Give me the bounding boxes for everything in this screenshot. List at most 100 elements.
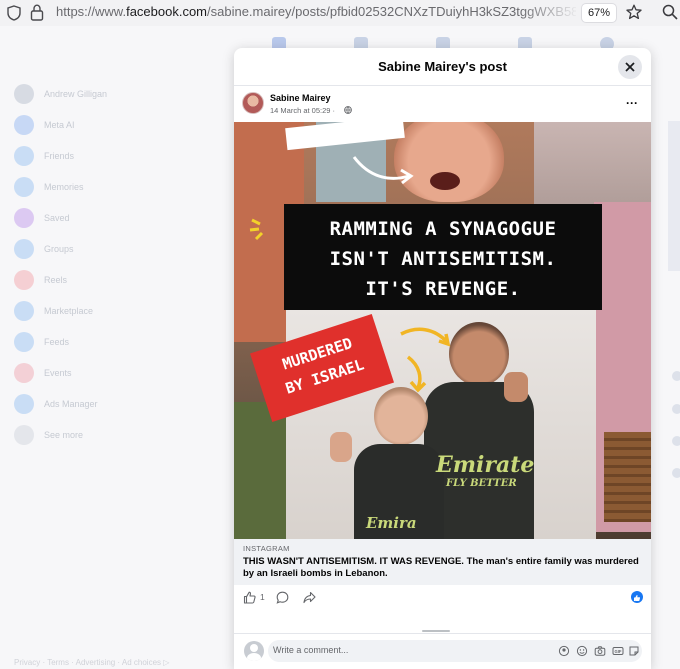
sidebar-item[interactable]: Saved bbox=[14, 202, 214, 233]
white-arrow-icon bbox=[352, 156, 414, 185]
sidebar-item[interactable]: See more bbox=[14, 419, 214, 450]
modal-header: Sabine Mairey's post bbox=[234, 48, 651, 86]
avatar-sticker-icon[interactable] bbox=[558, 645, 570, 657]
boy-head bbox=[449, 322, 509, 386]
user-avatar[interactable] bbox=[244, 641, 264, 661]
scroll-handle[interactable] bbox=[422, 630, 450, 632]
saved-icon bbox=[14, 207, 34, 228]
svg-text:GIF: GIF bbox=[615, 649, 622, 654]
headline-text: RAMMING A SYNAGOGUE ISN'T ANTISEMITISM. … bbox=[329, 218, 557, 300]
footer-links[interactable]: Privacy · Terms · Advertising · Ad choic… bbox=[14, 658, 169, 667]
sidebar-item[interactable]: Groups bbox=[14, 233, 214, 264]
sidebar-item[interactable]: Friends bbox=[14, 140, 214, 171]
man-mouth bbox=[430, 172, 460, 190]
sidebar-item-label: Marketplace bbox=[44, 305, 94, 316]
sidebar-item-label: Groups bbox=[44, 243, 74, 254]
post-header: Sabine Mairey 14 March at 05:29 · ··· bbox=[234, 88, 651, 122]
chevron-down-icon bbox=[14, 424, 34, 445]
sparkle-icon bbox=[249, 218, 264, 241]
jersey-sponsor-text: Emirate bbox=[436, 452, 535, 478]
ads-manager-icon bbox=[14, 393, 34, 414]
bookmark-star-icon[interactable] bbox=[626, 4, 642, 20]
like-count[interactable]: 1 bbox=[260, 592, 265, 602]
url-fade bbox=[520, 0, 580, 26]
sidebar-item[interactable]: Ads Manager bbox=[14, 388, 214, 419]
author-name[interactable]: Sabine Mairey bbox=[270, 93, 331, 103]
sticker-icon[interactable] bbox=[628, 645, 640, 657]
left-sidebar: Andrew Gilligan Meta AI Friends Memories Sav… bbox=[14, 78, 214, 450]
browser-address-bar: https://www.facebook.com/sabine.mairey/p… bbox=[0, 0, 680, 26]
yellow-arrow-icon bbox=[400, 327, 451, 347]
girl-thumb bbox=[330, 432, 352, 462]
sidebar-item-label: Meta AI bbox=[44, 119, 75, 130]
reels-icon bbox=[14, 269, 34, 290]
meta-ai-icon bbox=[14, 114, 34, 135]
events-icon bbox=[14, 362, 34, 383]
jersey-tagline-text: FLY BETTER bbox=[446, 478, 517, 489]
sidebar-item-label: Friends bbox=[44, 150, 75, 161]
comment-icon[interactable] bbox=[276, 591, 289, 604]
marketplace-icon bbox=[14, 300, 34, 321]
close-button[interactable] bbox=[618, 55, 642, 79]
contact-avatar[interactable] bbox=[672, 468, 680, 478]
girl-jersey-text: Emira bbox=[366, 514, 417, 532]
sidebar-item-label: See more bbox=[44, 429, 84, 440]
profile-avatar-icon bbox=[14, 83, 34, 104]
comment-placeholder: Write a comment... bbox=[273, 645, 349, 655]
yellow-arrow-icon bbox=[406, 355, 427, 393]
link-preview[interactable]: INSTAGRAM THIS WASN'T ANTISEMITISM. IT W… bbox=[234, 539, 651, 585]
gif-icon[interactable]: GIF bbox=[612, 645, 624, 657]
memories-icon bbox=[14, 176, 34, 197]
link-source: INSTAGRAM bbox=[243, 544, 290, 553]
lock-icon[interactable] bbox=[30, 4, 44, 21]
sidebar-item-label: Reels bbox=[44, 274, 68, 285]
feeds-icon bbox=[14, 331, 34, 352]
zoom-level-button[interactable]: 67% bbox=[582, 4, 616, 22]
close-icon bbox=[625, 62, 635, 72]
camera-icon[interactable] bbox=[594, 645, 606, 657]
url-prefix: https://www. bbox=[56, 4, 127, 19]
right-panel-strip bbox=[668, 121, 680, 271]
sidebar-item[interactable]: Memories bbox=[14, 171, 214, 202]
post-timestamp[interactable]: 14 March at 05:29 · bbox=[270, 106, 335, 115]
sidebar-item-label: Events bbox=[44, 367, 72, 378]
sidebar-item-label: Andrew Gilligan bbox=[44, 88, 108, 99]
sidebar-item[interactable]: Feeds bbox=[14, 326, 214, 357]
globe-icon bbox=[344, 106, 352, 114]
wooden-bench bbox=[604, 432, 651, 522]
plants bbox=[234, 402, 289, 539]
girl-head bbox=[374, 387, 428, 445]
sidebar-item-label: Saved bbox=[44, 212, 70, 223]
author-avatar[interactable] bbox=[242, 92, 264, 114]
headline-banner: RAMMING A SYNAGOGUE ISN'T ANTISEMITISM. … bbox=[284, 204, 602, 310]
shield-icon[interactable] bbox=[7, 5, 21, 21]
sidebar-item[interactable]: Reels bbox=[14, 264, 214, 295]
comment-input[interactable]: Write a comment... GIF bbox=[268, 640, 642, 662]
url-field[interactable]: https://www.facebook.com/sabine.mairey/p… bbox=[56, 4, 576, 19]
sidebar-item[interactable]: Meta AI bbox=[14, 109, 214, 140]
link-title: THIS WASN'T ANTISEMITISM. IT WAS REVENGE… bbox=[243, 556, 639, 579]
more-options-icon[interactable]: ··· bbox=[626, 96, 638, 110]
sidebar-item-label: Ads Manager bbox=[44, 398, 98, 409]
search-icon[interactable] bbox=[662, 4, 678, 20]
share-icon[interactable] bbox=[303, 591, 316, 604]
like-reaction-badge-icon[interactable] bbox=[631, 591, 643, 603]
sidebar-item[interactable]: Marketplace bbox=[14, 295, 214, 326]
like-icon[interactable] bbox=[243, 591, 256, 604]
post-modal: Sabine Mairey's post Sabine Mairey 14 Ma… bbox=[234, 48, 651, 669]
url-domain: facebook.com bbox=[126, 4, 208, 19]
contact-avatar[interactable] bbox=[672, 436, 680, 446]
sidebar-item[interactable]: Andrew Gilligan bbox=[14, 78, 214, 109]
contact-avatar[interactable] bbox=[672, 371, 680, 381]
contact-avatar[interactable] bbox=[672, 404, 680, 414]
comment-composer: Write a comment... GIF bbox=[234, 633, 651, 669]
sidebar-item-label: Feeds bbox=[44, 336, 70, 347]
emoji-icon[interactable] bbox=[576, 645, 588, 657]
sidebar-item[interactable]: Events bbox=[14, 357, 214, 388]
friends-icon bbox=[14, 145, 34, 166]
boy-thumb bbox=[504, 372, 528, 402]
modal-title: Sabine Mairey's post bbox=[378, 59, 507, 74]
post-actions: 1 bbox=[234, 585, 651, 611]
post-image[interactable]: Emirate FLY BETTER Emira RAMMING A SYNAG… bbox=[234, 122, 651, 539]
groups-icon bbox=[14, 238, 34, 259]
